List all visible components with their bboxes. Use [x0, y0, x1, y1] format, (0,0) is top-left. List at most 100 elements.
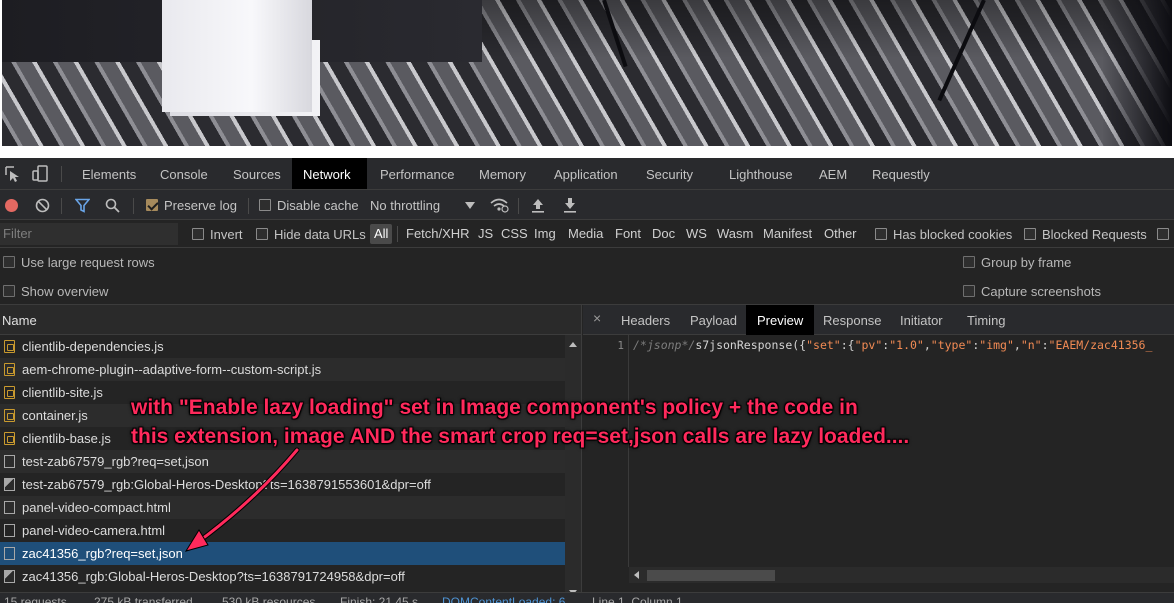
type-filter-ws[interactable]: WS: [682, 224, 711, 244]
request-name: clientlib-base.js: [22, 431, 111, 446]
tab-response[interactable]: Response: [812, 305, 893, 335]
type-filter-doc[interactable]: Doc: [648, 224, 679, 244]
checkbox-box[interactable]: [3, 285, 15, 297]
throttling-select[interactable]: No throttling: [370, 190, 440, 220]
tab-network[interactable]: Network: [292, 158, 367, 189]
type-filter-other[interactable]: Other: [820, 224, 861, 244]
disable-cache-checkbox[interactable]: Disable cache: [259, 190, 359, 220]
scroll-left-icon[interactable]: [634, 571, 639, 579]
export-har-icon[interactable]: [563, 197, 577, 213]
tab-security[interactable]: Security: [635, 158, 704, 189]
preserve-log-label: Preserve log: [164, 198, 237, 213]
checkbox-box[interactable]: [192, 228, 204, 240]
tab-elements[interactable]: Elements: [71, 158, 147, 189]
checkbox-box[interactable]: [3, 256, 15, 268]
checkbox-box[interactable]: [875, 228, 887, 240]
hide-data-urls-label: Hide data URLs: [274, 227, 366, 242]
tab-memory[interactable]: Memory: [468, 158, 537, 189]
request-row[interactable]: zac41356_rgb:Global-Heros-Desktop?ts=163…: [0, 565, 565, 588]
code-value: "img": [979, 338, 1014, 352]
checkbox-box[interactable]: [963, 256, 975, 268]
type-filter-manifest[interactable]: Manifest: [759, 224, 816, 244]
request-row[interactable]: clientlib-dependencies.js: [0, 335, 565, 358]
request-row[interactable]: panel-video-camera.html: [0, 519, 565, 542]
disable-cache-label: Disable cache: [277, 198, 359, 213]
tab-aem[interactable]: AEM: [808, 158, 858, 189]
request-detail-panel: × Headers Payload Preview Response Initi…: [583, 305, 1174, 603]
filter-icon[interactable]: [75, 198, 90, 213]
tab-payload[interactable]: Payload: [679, 305, 748, 335]
type-filter-font[interactable]: Font: [611, 224, 645, 244]
tab-headers[interactable]: Headers: [610, 305, 681, 335]
capture-screenshots-label: Capture screenshots: [981, 284, 1101, 299]
script-file-icon: [4, 409, 15, 422]
inspect-element-icon[interactable]: [4, 165, 22, 183]
chevron-down-icon[interactable]: [465, 202, 475, 209]
type-filter-css[interactable]: CSS: [497, 224, 532, 244]
tab-application[interactable]: Application: [543, 158, 629, 189]
photo-shadow: [1102, 0, 1172, 146]
tab-lighthouse[interactable]: Lighthouse: [718, 158, 804, 189]
tab-console[interactable]: Console: [149, 158, 219, 189]
capture-screenshots-checkbox[interactable]: Capture screenshots: [963, 280, 1101, 304]
tab-initiator[interactable]: Initiator: [889, 305, 954, 335]
checkbox-box[interactable]: [256, 228, 268, 240]
invert-checkbox[interactable]: Invert: [192, 220, 243, 248]
search-icon[interactable]: [105, 198, 120, 213]
scroll-up-icon[interactable]: [569, 342, 577, 347]
request-row-selected[interactable]: zac41356_rgb?req=set,json: [0, 542, 565, 565]
code-punct: ,: [923, 338, 931, 352]
line-number: 1: [617, 339, 624, 352]
checkbox-box[interactable]: [146, 199, 158, 211]
checkbox-box[interactable]: [963, 285, 975, 297]
network-conditions-icon[interactable]: [489, 197, 509, 213]
hero-photo: [2, 0, 1172, 146]
large-rows-checkbox[interactable]: Use large request rows: [3, 251, 155, 275]
record-icon[interactable]: [4, 198, 19, 213]
request-row[interactable]: aem-chrome-plugin--adaptive-form--custom…: [0, 358, 565, 381]
checkbox-box[interactable]: [1157, 228, 1169, 240]
request-name: clientlib-site.js: [22, 385, 103, 400]
checkbox-box[interactable]: [1024, 228, 1036, 240]
photo-chair-leg: [602, 0, 628, 68]
blocked-requests-checkbox[interactable]: Blocked Requests: [1024, 220, 1147, 248]
close-icon[interactable]: ×: [593, 310, 601, 326]
group-by-frame-checkbox[interactable]: Group by frame: [963, 251, 1071, 275]
import-har-icon[interactable]: [531, 197, 545, 213]
toolbar-divider: [248, 198, 249, 214]
has-blocked-cookies-checkbox[interactable]: Has blocked cookies: [875, 220, 1012, 248]
status-requests: 15 requests: [4, 595, 67, 603]
hide-data-urls-checkbox[interactable]: Hide data URLs: [256, 220, 366, 248]
request-row[interactable]: test-zab67579_rgb?req=set,json: [0, 450, 565, 473]
column-header-name[interactable]: Name: [0, 305, 581, 335]
type-filter-js[interactable]: JS: [474, 224, 497, 244]
tab-timing[interactable]: Timing: [956, 305, 1017, 335]
type-filter-all[interactable]: All: [370, 224, 393, 244]
request-list-scrollbar[interactable]: [565, 335, 581, 603]
type-filter-img[interactable]: Img: [530, 224, 560, 244]
preserve-log-checkbox[interactable]: Preserve log: [146, 190, 237, 220]
tab-preview[interactable]: Preview: [746, 305, 815, 335]
status-finish: Finish: 21.45 s: [340, 595, 419, 603]
code-value: "EAEM/zac41356_: [1048, 338, 1153, 352]
tab-performance[interactable]: Performance: [369, 158, 465, 189]
tab-sources[interactable]: Sources: [222, 158, 292, 189]
device-toolbar-icon[interactable]: [32, 165, 50, 183]
show-overview-checkbox[interactable]: Show overview: [3, 280, 108, 304]
preview-code-area[interactable]: 1 /*jsonp*/s7jsonResponse({"set":{"pv":"…: [583, 335, 1174, 603]
request-row[interactable]: test-zab67579_rgb:Global-Heros-Desktop?t…: [0, 473, 565, 496]
third-party-checkbox[interactable]: [1157, 220, 1174, 248]
type-filter-wasm[interactable]: Wasm: [713, 224, 757, 244]
tab-requestly[interactable]: Requestly: [861, 158, 941, 189]
request-row[interactable]: panel-video-compact.html: [0, 496, 565, 519]
scroll-thumb[interactable]: [647, 570, 775, 581]
filter-input[interactable]: Filter: [0, 223, 178, 245]
clear-icon[interactable]: [35, 198, 50, 213]
type-filter-media[interactable]: Media: [564, 224, 607, 244]
code-function: s7jsonResponse({: [695, 338, 807, 352]
group-by-frame-label: Group by frame: [981, 255, 1072, 270]
type-filter-fetch-xhr[interactable]: Fetch/XHR: [402, 224, 474, 244]
preview-hscrollbar[interactable]: [629, 567, 1174, 583]
checkbox-box[interactable]: [259, 199, 271, 211]
toolbar-divider: [61, 166, 62, 182]
